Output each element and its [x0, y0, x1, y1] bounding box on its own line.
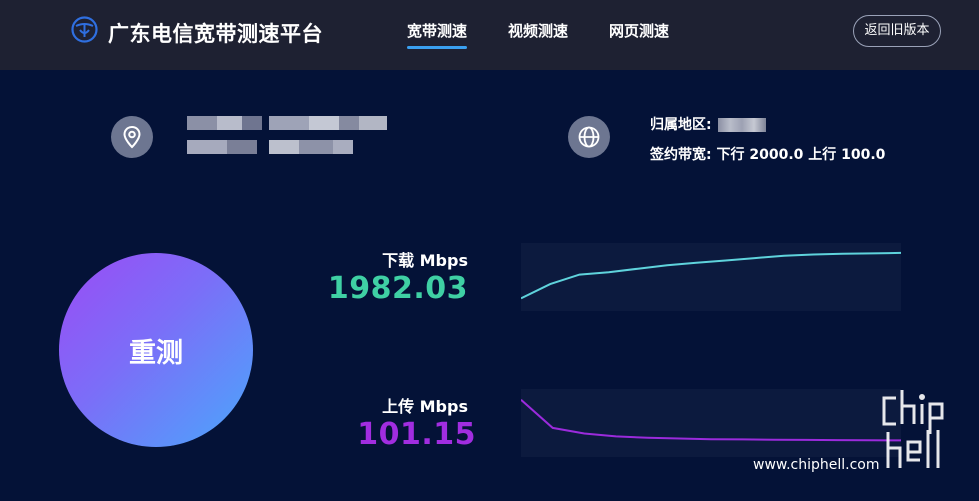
- download-label: 下载 Mbps: [382, 251, 468, 270]
- download-chart: [520, 243, 902, 311]
- redacted-address: [187, 116, 387, 164]
- upload-value: 101.15: [357, 417, 476, 452]
- bandwidth-value: 下行 2000.0 上行 100.0: [716, 147, 886, 163]
- region-info: 归属地区:: [650, 114, 767, 134]
- retest-button[interactable]: 重测: [59, 253, 253, 447]
- map-pin-icon: [111, 116, 153, 158]
- upload-label: 上传 Mbps: [382, 397, 468, 416]
- upload-trend-chart: [520, 399, 902, 442]
- globe-icon: [568, 116, 610, 158]
- tab-video-test[interactable]: 视频测速: [508, 20, 568, 41]
- bandwidth-label: 签约带宽:: [650, 147, 712, 163]
- download-value: 1982.03: [327, 271, 468, 306]
- return-old-version-button[interactable]: 返回旧版本: [853, 15, 941, 47]
- download-trend-chart: [520, 251, 902, 300]
- download-trend-line: [520, 251, 902, 300]
- region-label: 归属地区:: [650, 117, 712, 133]
- upload-chart: [520, 389, 902, 457]
- tab-broadband-test[interactable]: 宽带测速: [407, 20, 468, 49]
- china-telecom-logo-icon: [71, 16, 98, 43]
- upload-trend-line: [520, 399, 902, 442]
- bandwidth-info: 签约带宽: 下行 2000.0 上行 100.0: [650, 144, 885, 164]
- retest-label: 重测: [129, 337, 183, 369]
- brand-title: 广东电信宽带测速平台: [108, 22, 323, 46]
- chiphell-logo: [882, 390, 944, 468]
- watermark-site: www.chiphell.com: [753, 457, 880, 473]
- top-header: 广东电信宽带测速平台 宽带测速 视频测速 网页测速 返回旧版本: [0, 0, 979, 70]
- redacted-region: [718, 118, 767, 132]
- tab-webpage-test[interactable]: 网页测速: [609, 20, 669, 41]
